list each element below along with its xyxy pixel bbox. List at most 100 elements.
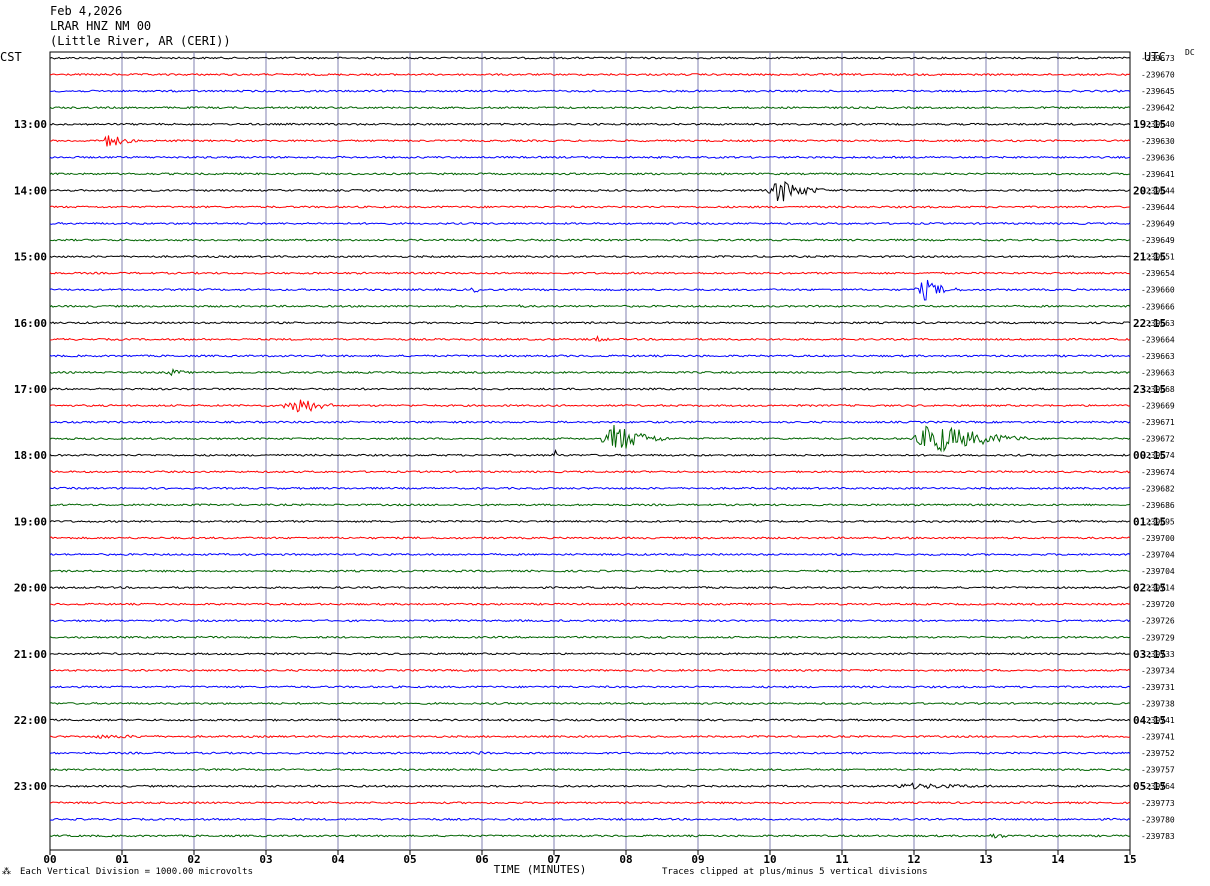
trace-row-29 bbox=[49, 536, 1131, 540]
dc-offset-label: -239644 bbox=[1141, 203, 1175, 212]
x-tick-label: 05 bbox=[403, 853, 416, 866]
trace-row-14 bbox=[49, 279, 1131, 301]
x-tick-label: 02 bbox=[187, 853, 200, 866]
trace-row-12 bbox=[49, 254, 1131, 259]
dc-offset-label: -239630 bbox=[1141, 137, 1175, 146]
dc-offset-label: -239660 bbox=[1141, 286, 1175, 295]
clip-note: Traces clipped at plus/minus 5 vertical … bbox=[662, 867, 928, 877]
dc-offset-label: -239686 bbox=[1141, 501, 1175, 510]
right-hour-label: 20:15 bbox=[1133, 184, 1166, 197]
left-hour-label: 14:00 bbox=[14, 184, 47, 197]
x-tick-label: 15 bbox=[1123, 853, 1136, 866]
x-tick-label: 09 bbox=[691, 853, 704, 866]
trace-row-0 bbox=[49, 56, 1131, 60]
x-tick-label: 06 bbox=[475, 853, 489, 866]
trace-row-25 bbox=[49, 470, 1131, 474]
dc-offset-label: -239641 bbox=[1141, 170, 1175, 179]
left-hour-label: 23:00 bbox=[14, 780, 47, 793]
dc-offset-label: -239729 bbox=[1141, 633, 1175, 642]
trace-row-16 bbox=[49, 321, 1131, 325]
trace-row-2 bbox=[50, 89, 1131, 93]
left-hour-label: 20:00 bbox=[14, 582, 47, 595]
trace-row-17 bbox=[49, 334, 1131, 342]
right-hour-label: 05:15 bbox=[1133, 780, 1166, 793]
trace-row-8 bbox=[49, 180, 1131, 202]
dc-offset-label: -239672 bbox=[1141, 435, 1175, 444]
dc-offset-label: -239720 bbox=[1141, 600, 1175, 609]
dc-offset-label: -239752 bbox=[1141, 749, 1175, 758]
trace-row-39 bbox=[49, 701, 1131, 706]
x-tick-label: 00 bbox=[43, 853, 56, 866]
dc-offset-label: -239649 bbox=[1141, 220, 1175, 229]
trace-row-9 bbox=[49, 205, 1131, 209]
dc-offset-label: -239682 bbox=[1141, 484, 1175, 493]
trace-row-40 bbox=[49, 718, 1131, 722]
dc-offset-label: -239783 bbox=[1141, 832, 1175, 841]
right-hour-label: 01:15 bbox=[1133, 515, 1166, 528]
trace-row-31 bbox=[49, 569, 1131, 573]
dc-offset-label: -239704 bbox=[1141, 567, 1175, 576]
trace-row-43 bbox=[49, 768, 1131, 772]
trace-row-33 bbox=[50, 602, 1131, 606]
x-tick-label: 12 bbox=[907, 853, 920, 866]
left-hour-label: 13:00 bbox=[14, 118, 47, 131]
trace-row-7 bbox=[49, 172, 1131, 176]
right-hour-label: 19:15 bbox=[1133, 118, 1166, 131]
trace-row-36 bbox=[49, 652, 1131, 656]
left-hour-label: 16:00 bbox=[14, 317, 47, 330]
trace-row-45 bbox=[49, 801, 1131, 805]
right-hour-label: 03:15 bbox=[1133, 648, 1166, 661]
x-tick-label: 14 bbox=[1051, 853, 1065, 866]
x-tick-label: 04 bbox=[331, 853, 345, 866]
trace-row-22 bbox=[49, 420, 1131, 424]
trace-row-5 bbox=[49, 135, 1131, 147]
trace-row-28 bbox=[49, 519, 1131, 524]
trace-row-24 bbox=[49, 449, 1131, 457]
trace-row-34 bbox=[49, 619, 1131, 623]
x-tick-label: 13 bbox=[979, 853, 992, 866]
trace-row-37 bbox=[50, 668, 1131, 672]
dc-offset-label: -239663 bbox=[1141, 368, 1175, 377]
trace-row-30 bbox=[49, 552, 1131, 557]
dc-offset-label: -239636 bbox=[1141, 153, 1175, 162]
trace-row-10 bbox=[49, 221, 1131, 226]
left-hour-label: 22:00 bbox=[14, 714, 47, 727]
left-hour-label: 17:00 bbox=[14, 383, 47, 396]
dc-offset-label: -239664 bbox=[1141, 335, 1175, 344]
trace-row-42 bbox=[49, 751, 1131, 755]
dc-offset-label: -239780 bbox=[1141, 815, 1175, 824]
right-hour-label: 04:15 bbox=[1133, 714, 1166, 727]
dc-offset-label: -239757 bbox=[1141, 766, 1175, 775]
dc-offset-label: -239674 bbox=[1141, 468, 1175, 477]
dc-offset-label: -239731 bbox=[1141, 683, 1175, 692]
x-tick-label: 11 bbox=[835, 853, 849, 866]
trace-row-35 bbox=[49, 635, 1131, 639]
seismogram-plot: 00 01 02 03 04 05 06 07 08 09 10 11 12 13 14 15TIME (MI… bbox=[14, 51, 1175, 876]
right-hour-label: 02:15 bbox=[1133, 582, 1166, 595]
dc-offset-label: -239669 bbox=[1141, 402, 1175, 411]
trace-row-13 bbox=[49, 271, 1131, 275]
left-hour-label: 15:00 bbox=[14, 251, 47, 264]
dc-offset-label: -239741 bbox=[1141, 733, 1175, 742]
trace-row-3 bbox=[49, 106, 1131, 110]
x-tick-label: 08 bbox=[619, 853, 632, 866]
dc-offset-label: -239734 bbox=[1141, 666, 1175, 675]
dc-offset-label: -239726 bbox=[1141, 617, 1175, 626]
trace-row-47 bbox=[49, 833, 1131, 839]
trace-row-19 bbox=[49, 368, 1131, 377]
dc-offset-label: -239738 bbox=[1141, 699, 1175, 708]
trace-row-26 bbox=[49, 486, 1131, 490]
left-hour-label: 18:00 bbox=[14, 449, 47, 462]
x-tick-label: 10 bbox=[763, 853, 776, 866]
trace-row-44 bbox=[49, 782, 1131, 790]
dc-offset-label: -239663 bbox=[1141, 352, 1175, 361]
trace-row-4 bbox=[49, 122, 1131, 126]
left-hour-label: 21:00 bbox=[14, 648, 47, 661]
trace-row-18 bbox=[49, 354, 1131, 358]
dc-offset-label: -239670 bbox=[1141, 71, 1175, 80]
dc-offset-label: -239642 bbox=[1141, 104, 1175, 113]
right-hour-label: 21:15 bbox=[1133, 251, 1166, 264]
scale-note: Each Vertical Division = 1000.00 microvo… bbox=[20, 867, 253, 877]
plot-frame bbox=[49, 51, 1131, 851]
left-hour-label: 19:00 bbox=[14, 515, 47, 528]
